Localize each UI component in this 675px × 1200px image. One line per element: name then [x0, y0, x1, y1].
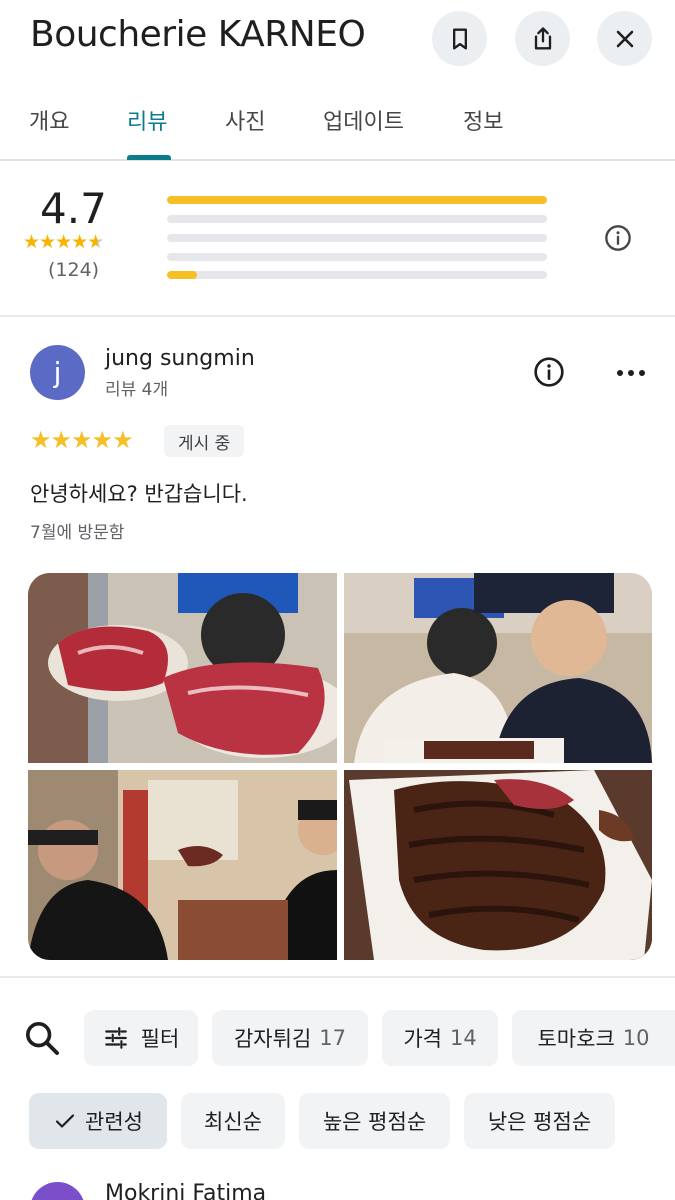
topic-chip[interactable]: 가격 14	[382, 1010, 498, 1066]
photo-two-men-at-table	[344, 573, 652, 763]
rating-bar-1	[167, 271, 547, 279]
header: Boucherie KARNEO	[0, 0, 675, 80]
review-photo[interactable]	[28, 770, 337, 960]
rating-bar-2	[167, 253, 547, 261]
tab-bar: 개요 리뷰 사진 업데이트 정보	[0, 86, 675, 161]
topic-label: 감자튀김	[233, 1027, 312, 1051]
tab-overview[interactable]: 개요	[29, 104, 69, 136]
bookmark-icon	[452, 28, 467, 49]
sort-label: 최신순	[204, 1110, 262, 1134]
review-photo[interactable]	[344, 770, 652, 960]
sort-newest[interactable]: 최신순	[181, 1093, 285, 1149]
sort-label: 높은 평점순	[322, 1110, 427, 1134]
average-stars: ★★★★★	[23, 231, 104, 253]
topic-count: 17	[319, 1026, 346, 1050]
review-card: j jung sungmin 리뷰 4개 ★★★★★ 게시 중 안녕하세요? 반…	[0, 318, 675, 978]
more-options-icon[interactable]	[613, 358, 649, 388]
tab-updates[interactable]: 업데이트	[323, 104, 404, 136]
sort-lowest[interactable]: 낮은 평점순	[464, 1093, 615, 1149]
reviewer-name[interactable]: jung sungmin	[105, 346, 255, 371]
rating-bar-fill	[167, 271, 198, 279]
topic-count: 14	[449, 1026, 477, 1050]
rating-bar-4	[167, 215, 547, 223]
review-count: (124)	[48, 259, 100, 281]
active-tab-indicator	[127, 155, 171, 160]
save-button[interactable]	[432, 11, 487, 66]
sliders-icon	[104, 1027, 127, 1049]
topic-chip[interactable]: 감자튀김 17	[212, 1010, 368, 1066]
rating-bar-5	[167, 196, 547, 204]
search-icon[interactable]	[22, 1018, 62, 1058]
topic-chip[interactable]: 토마호크 10	[512, 1010, 675, 1066]
review-filter-row: 필터 감자튀김 17 가격 14 토마호크 10	[0, 1008, 675, 1068]
place-title: Boucherie KARNEO	[30, 14, 366, 55]
share-button[interactable]	[515, 11, 570, 66]
review-photo[interactable]	[344, 573, 652, 763]
avatar[interactable]	[30, 1182, 85, 1200]
sort-row: 관련성 최신순 높은 평점순 낮은 평점순	[0, 1092, 675, 1150]
visit-date: 7월에 방문함	[30, 523, 125, 543]
reviewer-name[interactable]: Mokrini Fatima	[105, 1181, 266, 1200]
share-icon	[534, 26, 551, 49]
rating-bar-3	[167, 234, 547, 242]
photo-diners-with-steak	[28, 770, 337, 960]
sort-relevance[interactable]: 관련성	[29, 1093, 167, 1149]
review-photo[interactable]	[28, 573, 337, 763]
check-icon	[55, 1114, 75, 1128]
close-icon	[616, 30, 633, 47]
sort-label: 관련성	[85, 1110, 143, 1134]
review-stars: ★★★★★	[30, 426, 134, 454]
photo-raw-steaks	[28, 573, 337, 763]
sort-label: 낮은 평점순	[487, 1110, 592, 1134]
status-badge: 게시 중	[164, 425, 245, 457]
review-text: 안녕하세요? 반갑습니다.	[30, 482, 248, 506]
tab-about[interactable]: 정보	[463, 104, 503, 136]
rating-bar-fill	[167, 196, 547, 204]
filter-button[interactable]: 필터	[84, 1010, 198, 1066]
sort-highest[interactable]: 높은 평점순	[299, 1093, 450, 1149]
close-button[interactable]	[597, 11, 652, 66]
average-rating: 4.7	[40, 184, 107, 233]
filter-label: 필터	[140, 1027, 180, 1051]
topic-label: 토마호크	[537, 1027, 615, 1051]
topic-count: 10	[622, 1026, 650, 1050]
topic-label: 가격	[403, 1027, 442, 1051]
info-icon[interactable]	[533, 356, 565, 388]
info-icon[interactable]	[604, 224, 632, 252]
next-review-card: Mokrini Fatima	[0, 1170, 675, 1200]
avatar[interactable]: j	[30, 345, 85, 400]
tab-photos[interactable]: 사진	[225, 104, 265, 136]
photo-sliced-steak	[344, 770, 652, 960]
rating-summary: 4.7 ★★★★★ (124)	[0, 162, 675, 317]
tab-reviews[interactable]: 리뷰	[127, 104, 167, 136]
reviewer-review-count: 리뷰 4개	[105, 380, 169, 400]
